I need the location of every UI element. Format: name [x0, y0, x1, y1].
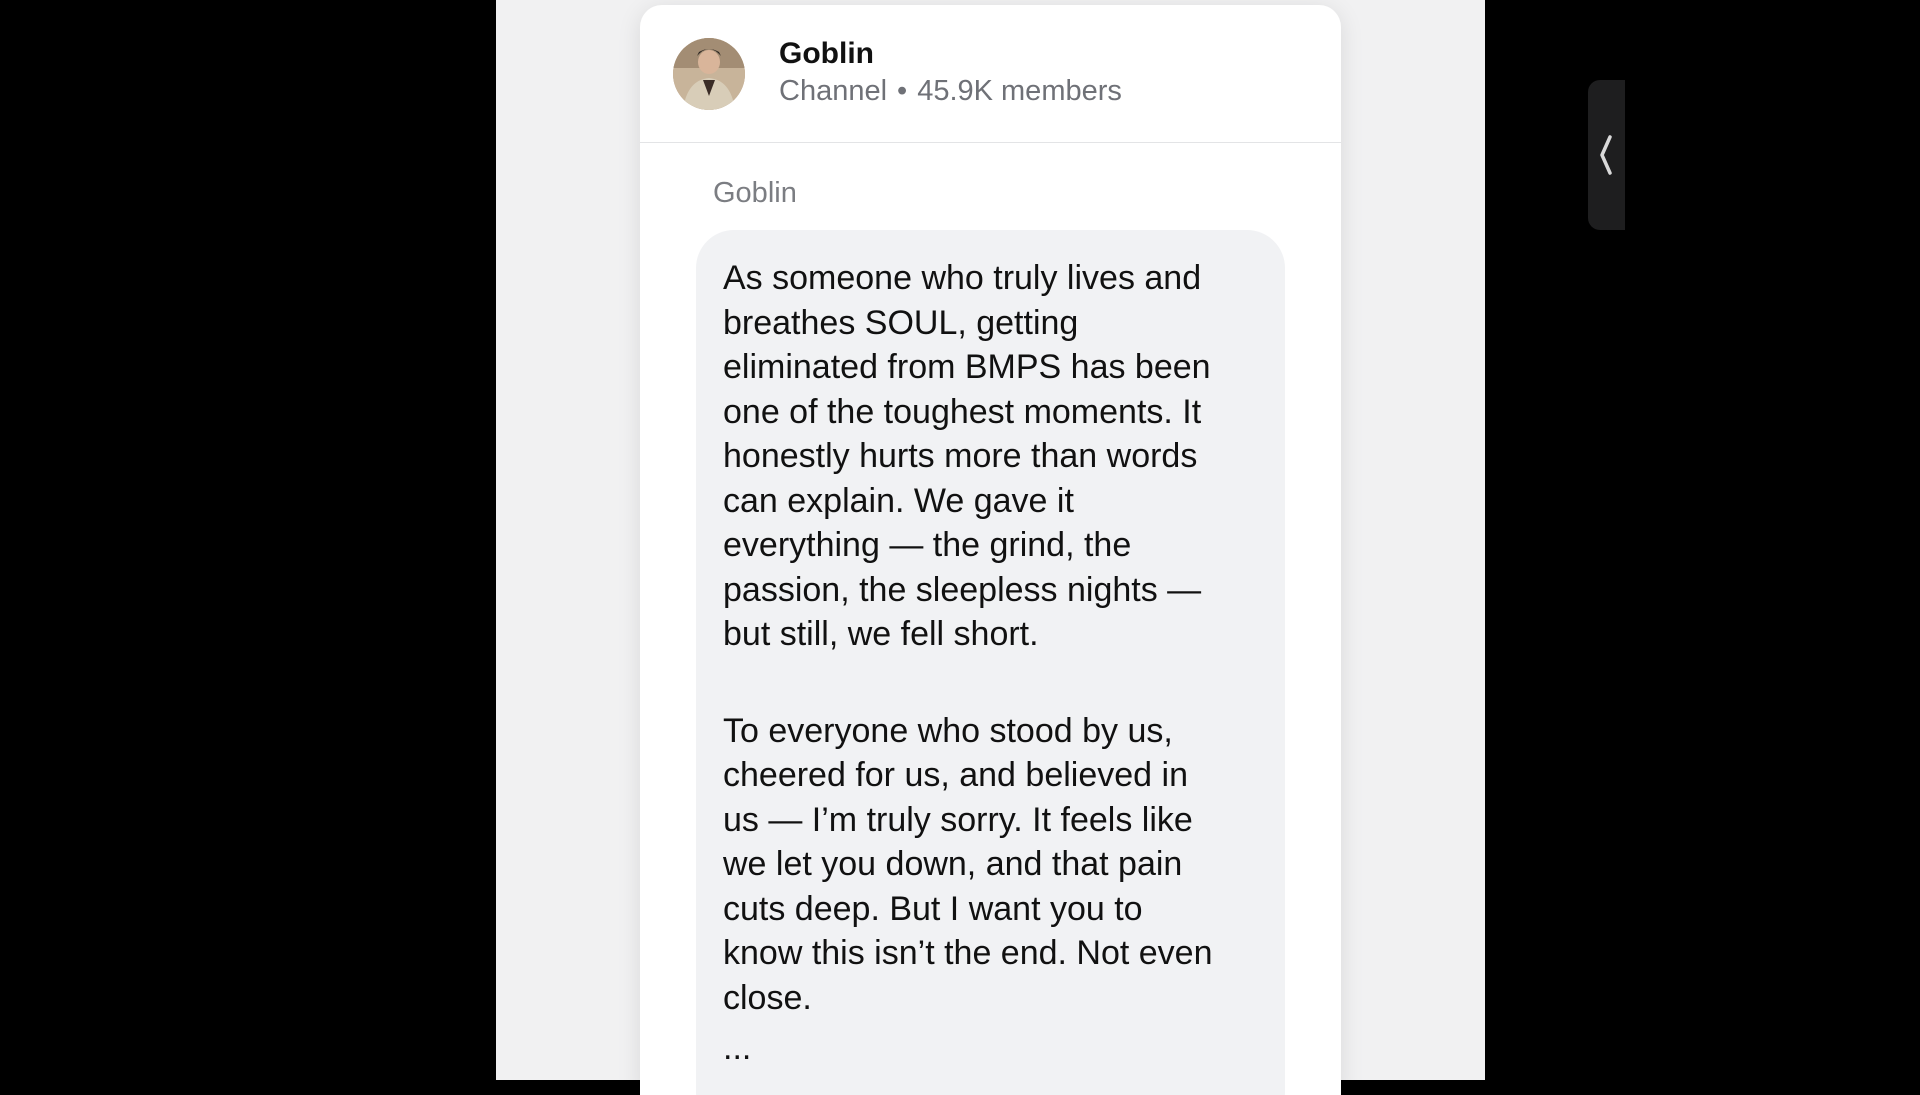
- message-paragraph-1: As someone who truly lives and breathes …: [723, 259, 1211, 653]
- message-paragraph-2: To everyone who stood by us, cheered for…: [723, 711, 1213, 1017]
- channel-meta: Channel • 45.9K members: [779, 75, 1122, 108]
- message-more-ellipsis[interactable]: ...: [723, 1026, 1258, 1071]
- chevron-left-icon: [1600, 135, 1612, 175]
- channel-post-card: Goblin Channel • 45.9K members Goblin As s…: [640, 5, 1341, 1095]
- member-count: 45.9K members: [917, 75, 1122, 107]
- side-panel-toggle[interactable]: [1588, 80, 1625, 230]
- channel-name: Goblin: [779, 37, 874, 70]
- message-bubble[interactable]: As someone who truly lives and breathes …: [696, 230, 1285, 1095]
- channel-avatar[interactable]: [673, 38, 745, 110]
- channel-type: Channel: [779, 75, 888, 107]
- avatar-photo: [673, 38, 745, 110]
- message-sender: Goblin: [713, 177, 797, 209]
- channel-header[interactable]: Goblin Channel • 45.9K members: [640, 5, 1341, 143]
- meta-separator: •: [897, 75, 908, 107]
